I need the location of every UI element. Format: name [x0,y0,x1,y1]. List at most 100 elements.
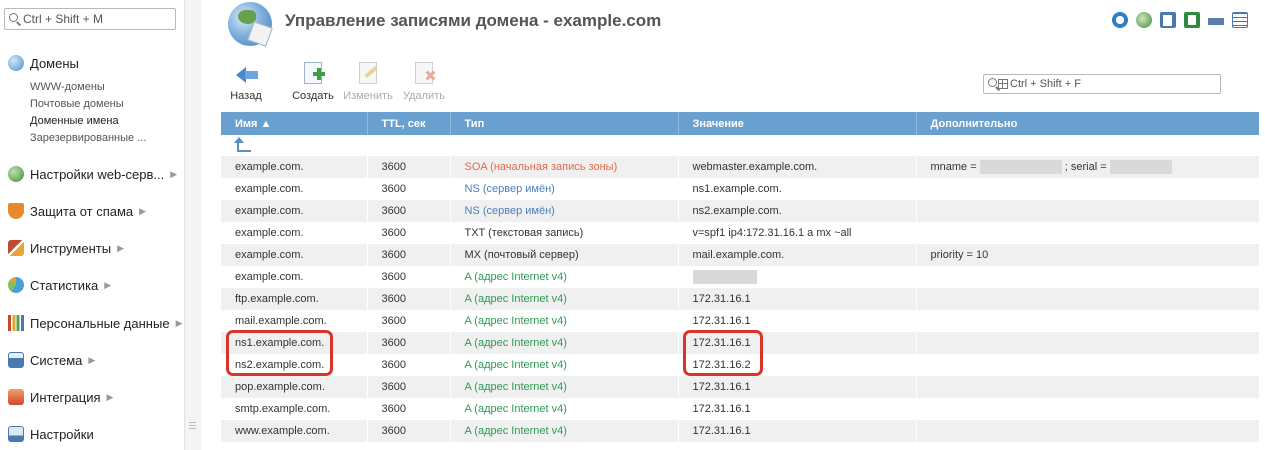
table-row[interactable]: example.com. 3600 TXT (текстовая запись)… [221,222,1260,244]
cell-extra: priority = 10 [916,244,1260,266]
sidebar-group-spam[interactable]: Защита от спама ▶ [8,203,146,219]
cell-value: mail.example.com. [678,244,917,266]
refresh-icon[interactable] [1112,12,1128,28]
cell-value: 172.31.16.1 [678,420,917,442]
table-row[interactable]: example.com. 3600 NS (сервер имён) ns1.e… [221,178,1260,200]
cell-ttl: 3600 [367,420,451,442]
table-row[interactable]: www.example.com. 3600 A (адрес Internet … [221,420,1260,442]
sidebar-group-label: Настройки [30,426,94,442]
cell-ttl: 3600 [367,288,451,310]
cell-name: ns2.example.com. [221,354,368,376]
statistics-icon [8,277,24,293]
column-header-name[interactable]: Имя ▲ [221,112,368,135]
personal-data-icon [8,315,24,331]
table-settings-icon[interactable] [1232,12,1248,28]
sidebar: Домены WWW-домены Почтовые домены Доменн… [0,0,184,450]
cell-type: A (адрес Internet v4) [450,376,679,398]
records-table: Имя ▲ TTL, сек Тип Значение Дополнительн… [221,112,1260,442]
cell-ttl: 3600 [367,354,451,376]
cell-name: example.com. [221,178,368,200]
level-up-icon[interactable] [234,137,251,152]
table-row[interactable]: mail.example.com. 3600 A (адрес Internet… [221,310,1260,332]
sidebar-group-label: Инструменты [30,240,112,256]
cell-type: A (адрес Internet v4) [450,398,679,420]
sidebar-item-www-domains[interactable]: WWW-домены [30,81,105,93]
cell-name: ns1.example.com. [221,332,368,354]
globe-icon [8,55,24,71]
cell-value: webmaster.example.com. [678,156,917,178]
sidebar-group-domains[interactable]: Домены [8,55,79,71]
table-row[interactable]: example.com. 3600 MX (почтовый сервер) m… [221,244,1260,266]
cell-ttl: 3600 [367,156,451,178]
column-header-value[interactable]: Значение [678,112,917,135]
print-icon[interactable] [1208,12,1224,28]
cell-type: MX (почтовый сервер) [450,244,679,266]
header-actions [1112,12,1256,28]
extra-mname-label: mname = [930,160,980,173]
sidebar-search-input[interactable] [23,11,171,27]
settings-icon [8,426,24,442]
back-label: Назад [230,90,262,102]
sidebar-group-statistics[interactable]: Статистика ▶ [8,277,111,293]
edit-button[interactable]: Изменить [340,61,396,102]
cell-ttl: 3600 [367,266,451,288]
sidebar-splitter[interactable] [184,0,201,450]
table-row[interactable]: smtp.example.com. 3600 A (адрес Internet… [221,398,1260,420]
cell-type: SOA (начальная запись зоны) [450,156,679,178]
page-title: Управление записями домена - example.com [285,11,662,30]
back-button[interactable]: Назад [218,61,274,102]
table-row[interactable]: example.com. 3600 SOA (начальная запись … [221,156,1260,178]
column-header-extra[interactable]: Дополнительно [916,112,1259,135]
cell-extra [916,332,1260,354]
table-row[interactable]: ns2.example.com. 3600 A (адрес Internet … [221,354,1260,376]
table-row[interactable]: ftp.example.com. 3600 A (адрес Internet … [221,288,1260,310]
search-icon [988,78,997,87]
cell-extra [916,266,1260,288]
cell-name: example.com. [221,266,368,288]
sidebar-item-domain-names[interactable]: Доменные имена [30,115,119,127]
table-search[interactable] [983,74,1221,94]
excel-icon[interactable] [1184,12,1200,28]
cell-value: 172.31.16.1 [678,288,917,310]
cell-value: v=spf1 ip4:172.31.16.1 a mx ~all [678,222,917,244]
copy-icon[interactable] [1160,12,1176,28]
spam-shield-icon [8,203,24,219]
delete-button[interactable]: Удалить [396,61,452,102]
delete-icon [410,61,438,87]
sidebar-item-mail-domains[interactable]: Почтовые домены [30,98,124,110]
cell-ttl: 3600 [367,178,451,200]
cell-type: NS (сервер имён) [450,178,679,200]
cell-extra [916,376,1260,398]
create-label: Создать [292,90,334,102]
sidebar-item-reserved[interactable]: Зарезервированные ... [30,132,146,144]
cell-name: example.com. [221,222,368,244]
sidebar-group-system[interactable]: Система ▶ [8,352,95,368]
sidebar-group-label: Интеграция [30,389,101,405]
sidebar-group-web-settings[interactable]: Настройки web-серв... ▶ [8,166,177,182]
sidebar-group-tools[interactable]: Инструменты ▶ [8,240,124,256]
create-button[interactable]: Создать [285,61,341,102]
sidebar-group-integration[interactable]: Интеграция ▶ [8,389,113,405]
column-header-ttl[interactable]: TTL, сек [367,112,451,135]
sidebar-search[interactable] [4,8,176,30]
redacted-block [692,270,757,284]
table-search-input[interactable] [1010,76,1210,92]
edit-label: Изменить [343,90,393,102]
table-row[interactable]: ns1.example.com. 3600 A (адрес Internet … [221,332,1260,354]
table-grid-icon [998,79,1008,89]
column-header-type[interactable]: Тип [450,112,679,135]
cell-extra [916,178,1260,200]
webmail-icon[interactable] [1136,12,1152,28]
sidebar-group-settings[interactable]: Настройки [8,426,94,442]
sidebar-group-label: Система [30,352,83,368]
table-row[interactable]: pop.example.com. 3600 A (адрес Internet … [221,376,1260,398]
parent-level-row[interactable] [221,135,1260,156]
cell-extra: mname = ; serial = [916,156,1260,178]
cell-name: example.com. [221,200,368,222]
table-row[interactable]: example.com. 3600 NS (сервер имён) ns2.e… [221,200,1260,222]
cell-name: mail.example.com. [221,310,368,332]
table-row[interactable]: example.com. 3600 A (адрес Internet v4) [221,266,1260,288]
redacted-block [979,160,1062,174]
sidebar-group-personal-data[interactable]: Персональные данные ▶ [8,315,182,331]
cell-extra [916,222,1260,244]
